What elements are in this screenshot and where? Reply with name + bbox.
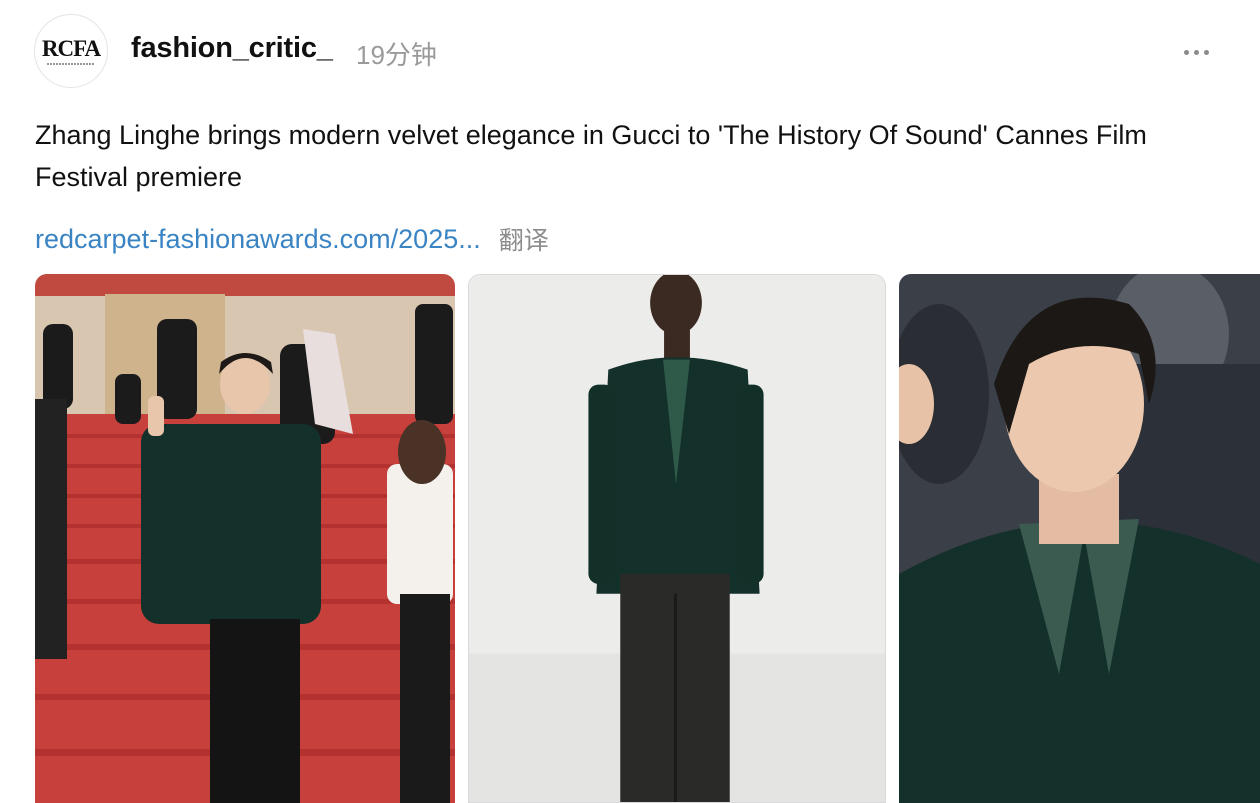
avatar-logo-text: RCFA — [41, 36, 101, 61]
photo-red-carpet[interactable] — [35, 274, 455, 803]
translate-button[interactable]: 翻译 — [499, 221, 549, 257]
timestamp: 19分钟 — [356, 40, 437, 70]
closeup-image — [899, 274, 1260, 803]
image-gallery — [0, 274, 1260, 803]
link-row: redcarpet-fashionawards.com/2025... 翻译 — [35, 222, 549, 256]
avatar-logo-subline — [47, 63, 95, 65]
photo-runway-look[interactable] — [468, 274, 886, 803]
more-dot-icon — [1193, 49, 1199, 55]
red-carpet-image — [35, 274, 455, 803]
photo-closeup[interactable] — [899, 274, 1260, 803]
username[interactable]: fashion_critic_ — [131, 32, 333, 65]
post-text: Zhang Linghe brings modern velvet elegan… — [35, 120, 1147, 192]
post-header: RCFA fashion_critic_ 19分钟 — [0, 0, 1260, 100]
more-options-button[interactable] — [1176, 40, 1216, 64]
runway-look-image — [469, 275, 885, 802]
post-link[interactable]: redcarpet-fashionawards.com/2025... — [35, 224, 481, 255]
more-dot-icon — [1203, 49, 1209, 55]
more-dot-icon — [1183, 49, 1189, 55]
avatar[interactable]: RCFA — [34, 14, 108, 88]
